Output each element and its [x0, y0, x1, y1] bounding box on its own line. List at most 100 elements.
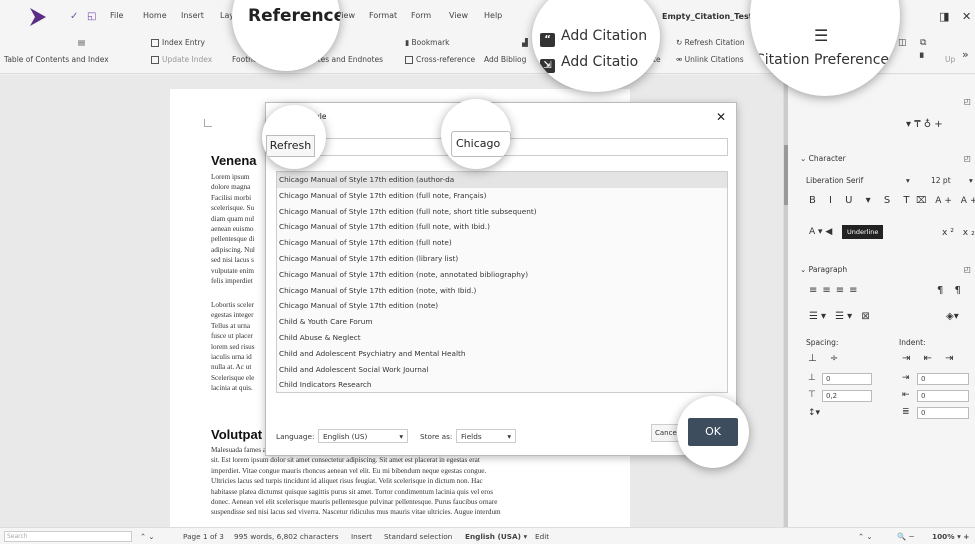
refresh-button[interactable]: Refresh [266, 135, 315, 157]
style-search-value[interactable]: Chicago [451, 131, 511, 157]
first-line-indent-field[interactable]: 0 [917, 407, 969, 419]
document-icon[interactable]: ▘ [920, 54, 927, 64]
language-status[interactable]: English (USA) ▾ [465, 532, 527, 541]
scroll-up-down-icons[interactable]: ⌃ ⌄ [858, 532, 873, 541]
sidebar-scrollbar[interactable] [784, 75, 788, 527]
export-icon[interactable]: ◱ [87, 11, 96, 22]
citation-style-item[interactable]: Child Indicators Research [277, 377, 727, 392]
menu-help[interactable]: Help [484, 11, 502, 20]
citation-insert-icon: ⇲ [540, 59, 555, 73]
refresh-callout[interactable]: Refresh [262, 105, 326, 169]
before-indent-icon: ⇥ [902, 373, 910, 383]
menu-form[interactable]: Form [411, 11, 431, 20]
add-citation-button[interactable]: “ Add Citation [540, 28, 647, 47]
citation-style-item[interactable]: Chicago Manual of Style 17th edition (no… [277, 267, 727, 283]
paragraph-direction-icons[interactable]: ¶ ¶ [937, 285, 965, 296]
clear-format-icons[interactable]: ⌧ A+ A+ [916, 196, 975, 206]
highlight-icon[interactable]: ◈▾ [946, 311, 959, 322]
update-index-button[interactable]: Update Index [151, 55, 212, 64]
more-icon[interactable]: » [962, 48, 969, 61]
bookmark-button[interactable]: ▮ Bookmark [405, 38, 450, 47]
font-color-icon[interactable]: A ▾ ◀ [809, 227, 832, 237]
sidebar-expand-icon[interactable]: ◰ [964, 97, 971, 106]
index-entry-label: Index Entry [162, 38, 205, 47]
font-size-select[interactable]: 12 pt [931, 176, 951, 185]
store-as-select[interactable]: Fields ▾ [456, 429, 516, 443]
citation-style-item[interactable]: Chicago Manual of Style 17th edition (fu… [277, 204, 727, 220]
add-citation-dropdown-button[interactable]: ⇲ Add Citatio [540, 54, 638, 73]
index-entry-button[interactable]: Index Entry [151, 38, 205, 47]
menu-view[interactable]: View [449, 11, 468, 20]
menu-format[interactable]: Format [369, 11, 397, 20]
citation-style-item[interactable]: Child & Youth Care Forum [277, 314, 727, 330]
line-spacing-icon[interactable]: ↕▾ [808, 408, 820, 418]
text-line: sit. Est lorem ipsum dolor sit amet cons… [211, 456, 480, 465]
character-section-header[interactable]: ⌄ Character [800, 154, 846, 163]
citation-style-item[interactable]: Chicago Manual of Style 17th edition (fu… [277, 188, 727, 204]
add-bibliography-button[interactable]: Add Bibliog [484, 55, 526, 64]
above-spacing-icon: ⊥ [808, 373, 816, 383]
character-more-icon[interactable]: ◰ [964, 154, 971, 163]
citation-style-item[interactable]: Chicago Manual of Style 17th edition (fu… [277, 219, 727, 235]
below-spacing-field[interactable]: 0,2 [822, 390, 872, 402]
word-count[interactable]: 995 words, 6,802 characters [234, 532, 339, 541]
sidebar-toggle-icon[interactable]: ◨ [939, 10, 949, 23]
language-select[interactable]: English (US) ▾ [318, 429, 408, 443]
page-count[interactable]: Page 1 of 3 [183, 532, 224, 541]
selection-mode[interactable]: Standard selection [384, 532, 452, 541]
citation-style-item[interactable]: Chicago Manual of Style 17th edition (no… [277, 298, 727, 314]
citation-style-list[interactable]: Chicago Manual of Style 17th edition (au… [276, 171, 728, 393]
close-icon[interactable]: ✕ [962, 10, 971, 23]
find-prev-next-icons[interactable]: ⌃ ⌄ [140, 532, 155, 541]
citation-style-item[interactable]: Child Abuse & Neglect [277, 330, 727, 346]
dialog-close-icon[interactable]: ✕ [716, 110, 726, 124]
before-indent-field[interactable]: 0 [917, 373, 969, 385]
add-citation-dropdown-label: Add Citatio [561, 54, 639, 70]
citation-style-item[interactable]: Chicago Manual of Style 17th edition (fu… [277, 235, 727, 251]
underline-tooltip: Underline [842, 225, 884, 239]
paragraph-more-icon[interactable]: ◰ [964, 265, 971, 274]
after-indent-value: 0 [921, 392, 926, 400]
update-button[interactable]: Up [945, 55, 955, 64]
cross-reference-button[interactable]: Cross-reference [405, 55, 475, 64]
bibliography-icon: ▟ [522, 38, 528, 47]
text-line: habitasse platea dictumst quisque sagitt… [211, 487, 494, 496]
find-input[interactable]: Search [4, 531, 132, 542]
menu-file[interactable]: File [110, 11, 123, 20]
scrollbar-thumb[interactable] [784, 145, 788, 205]
above-spacing-field[interactable]: 0 [822, 373, 872, 385]
check-icon[interactable]: ✓ [70, 11, 78, 22]
indent-icons[interactable]: ⇥ ⇤ ⇥ [902, 353, 959, 364]
ok-callout[interactable]: OK [677, 396, 749, 468]
citation-style-item[interactable]: Child and Adolescent Social Work Journal [277, 362, 727, 378]
superscript-subscript-icons[interactable]: x² x₂ [942, 228, 975, 238]
citation-style-item[interactable]: Chicago Manual of Style 17th edition (no… [277, 283, 727, 299]
paragraph-section-header[interactable]: ⌄ Paragraph [800, 265, 847, 274]
unlink-citations-button[interactable]: ⚮ Unlink Citations [676, 55, 744, 64]
spacing-icons[interactable]: ⊥ ÷ [808, 353, 843, 364]
ok-button[interactable]: OK [688, 418, 738, 446]
citation-style-item[interactable]: Child and Adolescent Psychiatry and Ment… [277, 346, 727, 362]
font-size-dropdown-icon[interactable]: ▾ [969, 176, 973, 185]
zoom-out-icon[interactable]: 🔍 − [897, 532, 915, 541]
zoom-level[interactable]: 100% ▾ + [932, 532, 969, 541]
menu-insert[interactable]: Insert [181, 11, 204, 20]
edit-status[interactable]: Edit [535, 532, 549, 541]
style-actions-icons[interactable]: ▾ ₸ ♁ + [906, 119, 943, 130]
text-format-icons[interactable]: B I U ▾ S T [809, 195, 915, 206]
insert-mode[interactable]: Insert [351, 532, 372, 541]
copy-icon[interactable]: ⧉ [920, 38, 926, 48]
refresh-citation-button[interactable]: ↻ Refresh Citation [676, 38, 745, 47]
citation-style-item[interactable]: Chicago Manual of Style 17th edition (au… [277, 172, 727, 188]
bibliography-database-icon[interactable]: ◫ [898, 38, 907, 48]
after-indent-field[interactable]: 0 [917, 390, 969, 402]
font-name-dropdown-icon[interactable]: ▾ [906, 176, 910, 185]
alignment-icons[interactable]: ≡≡≡≡ [809, 285, 863, 296]
chicago-search-callout[interactable]: Chicago [441, 99, 511, 169]
citation-style-item[interactable]: Chicago Manual of Style 17th edition (li… [277, 251, 727, 267]
list-icons[interactable]: ☰▾ ☰▾ ⊠ [809, 311, 873, 322]
table-of-contents-button[interactable]: Table of Contents and Index [4, 55, 109, 64]
font-name-select[interactable]: Liberation Serif [806, 176, 863, 185]
quote-icon: “ [540, 33, 555, 47]
menu-home[interactable]: Home [143, 11, 167, 20]
